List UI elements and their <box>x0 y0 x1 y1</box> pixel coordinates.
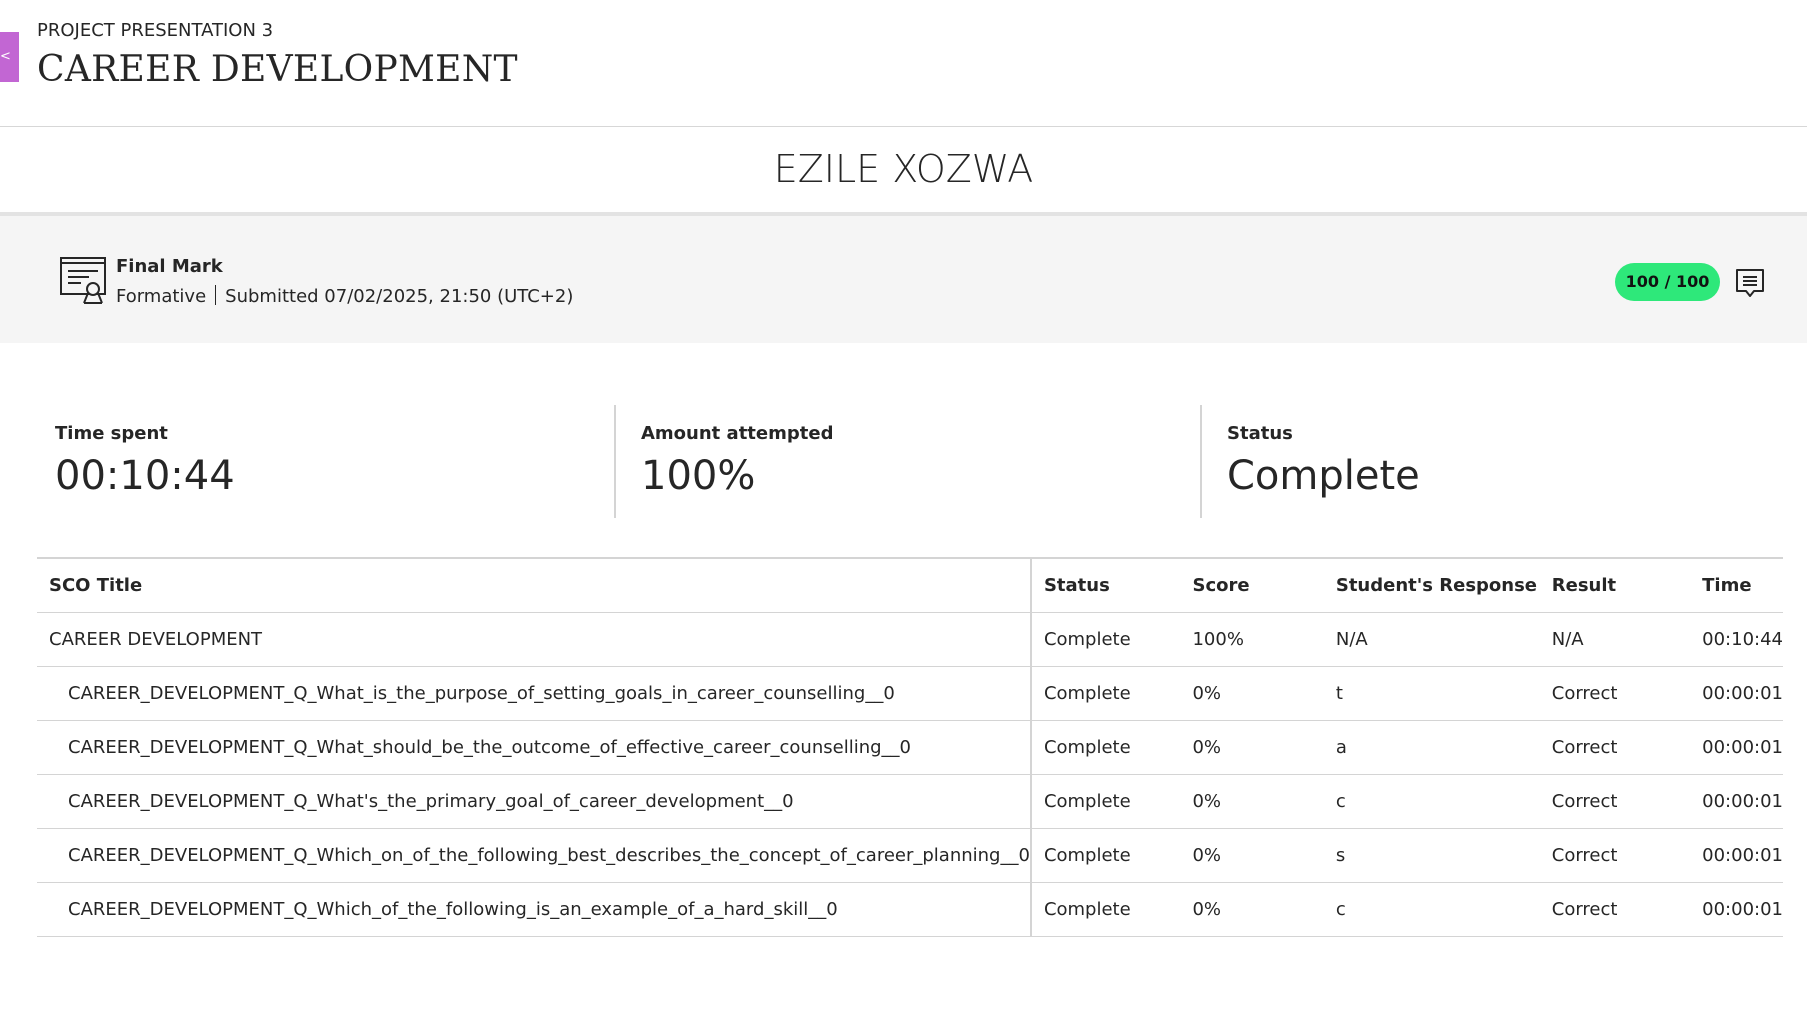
final-mark-label: Final Mark <box>116 256 223 277</box>
table-row: CAREER_DEVELOPMENT_Q_Which_on_of_the_fol… <box>37 828 1783 883</box>
cell-sco-title: CAREER_DEVELOPMENT_Q_Which_of_the_follow… <box>37 882 1032 937</box>
cell-response: a <box>1335 720 1552 775</box>
cell-status: Complete <box>1030 666 1193 721</box>
stat-label: Amount attempted <box>641 423 834 444</box>
stat-label: Status <box>1227 423 1293 444</box>
cell-status: Complete <box>1030 720 1193 775</box>
table-row: CAREER_DEVELOPMENT_Q_Which_of_the_follow… <box>37 882 1783 937</box>
cell-status: Complete <box>1030 882 1193 937</box>
cell-result: Correct <box>1551 720 1703 775</box>
cell-sco-title: CAREER_DEVELOPMENT_Q_What's_the_primary_… <box>37 774 1032 829</box>
student-name: EZILE XOZWA <box>773 147 1034 191</box>
cell-time: 00:00:01 <box>1702 882 1783 937</box>
cell-sco-title: CAREER_DEVELOPMENT_Q_What_is_the_purpose… <box>37 666 1032 721</box>
cell-response: s <box>1335 828 1552 883</box>
cell-score: 0% <box>1192 882 1336 937</box>
cell-result: N/A <box>1551 612 1703 667</box>
cell-status: Complete <box>1030 774 1193 829</box>
cell-result: Correct <box>1551 828 1703 883</box>
course-subtitle: PROJECT PRESENTATION 3 <box>37 20 274 41</box>
column-header-result: Result <box>1551 558 1703 613</box>
cell-status: Complete <box>1030 828 1193 883</box>
cell-score: 100% <box>1192 612 1336 667</box>
chevron-left-icon: < <box>0 49 11 64</box>
stat-label: Time spent <box>55 423 168 444</box>
table-row: CAREER_DEVELOPMENT_Q_What_should_be_the_… <box>37 720 1783 775</box>
column-header-response: Student's Response <box>1335 558 1552 613</box>
cell-response: c <box>1335 774 1552 829</box>
cell-response: N/A <box>1335 612 1552 667</box>
final-mark-panel: Final Mark Formative Submitted 07/02/2025… <box>0 216 1807 343</box>
table-row: CAREER_DEVELOPMENT_Q_What's_the_primary_… <box>37 774 1783 829</box>
column-header-sco-title: SCO Title <box>37 558 1032 613</box>
cell-sco-title: CAREER DEVELOPMENT <box>37 612 1032 667</box>
comment-icon[interactable] <box>1734 267 1766 299</box>
cell-time: 00:00:01 <box>1702 828 1783 883</box>
stat-value: 00:10:44 <box>55 453 235 499</box>
score-badge: 100 / 100 <box>1615 263 1720 301</box>
stat-divider <box>1200 405 1202 518</box>
certificate-icon <box>60 257 106 304</box>
submitted-date: Submitted 07/02/2025, 21:50 (UTC+2) <box>225 286 574 307</box>
cell-score: 0% <box>1192 828 1336 883</box>
cell-score: 0% <box>1192 720 1336 775</box>
cell-time: 00:00:01 <box>1702 666 1783 721</box>
stat-value: 100% <box>641 453 756 499</box>
table-row: CAREER DEVELOPMENT Complete 100% N/A N/A… <box>37 612 1783 667</box>
meta-separator <box>215 285 217 305</box>
cell-response: c <box>1335 882 1552 937</box>
cell-time: 00:00:01 <box>1702 774 1783 829</box>
cell-time: 00:00:01 <box>1702 720 1783 775</box>
assessment-type: Formative <box>116 286 207 307</box>
cell-result: Correct <box>1551 882 1703 937</box>
cell-time: 00:10:44 <box>1702 612 1783 667</box>
summary-stats: Time spent 00:10:44 Amount attempted 100… <box>37 405 1783 518</box>
page-header: PROJECT PRESENTATION 3 CAREER DEVELOPMEN… <box>37 20 518 90</box>
cell-score: 0% <box>1192 774 1336 829</box>
table-header-row: SCO Title Status Score Student's Respons… <box>37 558 1783 613</box>
cell-sco-title: CAREER_DEVELOPMENT_Q_What_should_be_the_… <box>37 720 1032 775</box>
cell-response: t <box>1335 666 1552 721</box>
table-row: CAREER_DEVELOPMENT_Q_What_is_the_purpose… <box>37 666 1783 721</box>
column-header-score: Score <box>1192 558 1336 613</box>
stat-value: Complete <box>1227 453 1420 499</box>
final-mark-meta: Formative Submitted 07/02/2025, 21:50 (UT… <box>116 285 573 307</box>
column-header-time: Time <box>1702 558 1783 613</box>
back-tab[interactable]: < <box>0 32 19 82</box>
cell-sco-title: CAREER_DEVELOPMENT_Q_Which_on_of_the_fol… <box>37 828 1032 883</box>
cell-status: Complete <box>1030 612 1193 667</box>
sco-results-table: SCO Title Status Score Student's Respons… <box>37 557 1783 937</box>
page-title: CAREER DEVELOPMENT <box>37 49 518 90</box>
column-header-status: Status <box>1030 558 1193 613</box>
cell-result: Correct <box>1551 774 1703 829</box>
stat-divider <box>614 405 616 518</box>
cell-score: 0% <box>1192 666 1336 721</box>
cell-result: Correct <box>1551 666 1703 721</box>
